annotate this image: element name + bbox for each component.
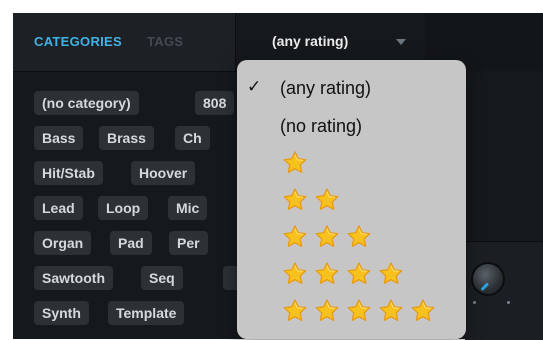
star-group <box>282 298 442 323</box>
category-chip[interactable]: Lead <box>34 196 83 220</box>
star-icon <box>314 261 346 284</box>
tab-tags[interactable]: TAGS <box>147 34 183 49</box>
category-chip-list: (no category) 808 Bass Brass Ch Hit/Stab… <box>13 71 253 339</box>
category-chip[interactable]: Bass <box>34 126 84 150</box>
star-icon <box>282 298 314 321</box>
checkmark-icon: ✓ <box>247 77 262 97</box>
knob-indicator <box>480 282 490 291</box>
category-chip[interactable]: Ch <box>175 126 210 150</box>
rating-option-label: (no rating) <box>280 116 363 136</box>
caret-down-icon <box>396 39 406 45</box>
star-icon <box>314 224 346 247</box>
rating-option-4-stars[interactable] <box>237 257 466 291</box>
category-chip[interactable]: 808 <box>195 91 235 115</box>
star-group <box>282 187 346 212</box>
rating-option-5-stars[interactable] <box>237 294 466 328</box>
star-icon <box>378 261 410 284</box>
star-icon <box>410 298 442 321</box>
rating-option-2-stars[interactable] <box>237 183 466 217</box>
category-chip[interactable]: Pad <box>110 231 152 255</box>
category-chip[interactable]: Seq <box>141 266 183 290</box>
knob-scale-dot <box>473 301 476 304</box>
star-icon <box>346 298 378 321</box>
star-icon <box>346 224 378 247</box>
rating-option-none[interactable]: (no rating) <box>237 110 466 144</box>
star-icon <box>282 261 314 284</box>
category-chip[interactable]: Template <box>108 301 185 325</box>
category-chip[interactable]: Mic <box>168 196 208 220</box>
category-chip[interactable]: Hoover <box>131 161 196 185</box>
rating-option-1-star[interactable] <box>237 146 466 180</box>
rating-option-any[interactable]: ✓ (any rating) <box>237 72 466 106</box>
star-icon <box>282 187 314 210</box>
star-group <box>282 224 378 249</box>
knob-scale-dot <box>507 301 510 304</box>
category-chip[interactable]: Organ <box>34 231 92 255</box>
category-chip[interactable]: Synth <box>34 301 89 325</box>
star-group <box>282 150 314 175</box>
star-icon <box>314 298 346 321</box>
category-chip[interactable]: Brass <box>99 126 154 150</box>
rotary-knob[interactable] <box>471 262 505 296</box>
category-chip[interactable]: Loop <box>98 196 149 220</box>
rating-option-3-stars[interactable] <box>237 220 466 254</box>
star-group <box>282 261 410 286</box>
category-chip[interactable]: (no category) <box>34 91 139 115</box>
category-chip[interactable]: Per <box>169 231 208 255</box>
tab-categories[interactable]: CATEGORIES <box>34 34 122 49</box>
star-icon <box>314 187 346 210</box>
rating-filter-value: (any rating) <box>272 33 349 49</box>
star-icon <box>378 298 410 321</box>
star-icon <box>346 261 378 284</box>
category-chip[interactable]: Hit/Stab <box>34 161 103 185</box>
rating-dropdown-menu: ✓ (any rating) (no rating) <box>237 60 466 339</box>
rating-option-label: (any rating) <box>280 78 372 98</box>
category-chip[interactable]: Sawtooth <box>34 266 113 290</box>
star-icon <box>282 150 314 173</box>
star-icon <box>282 224 314 247</box>
